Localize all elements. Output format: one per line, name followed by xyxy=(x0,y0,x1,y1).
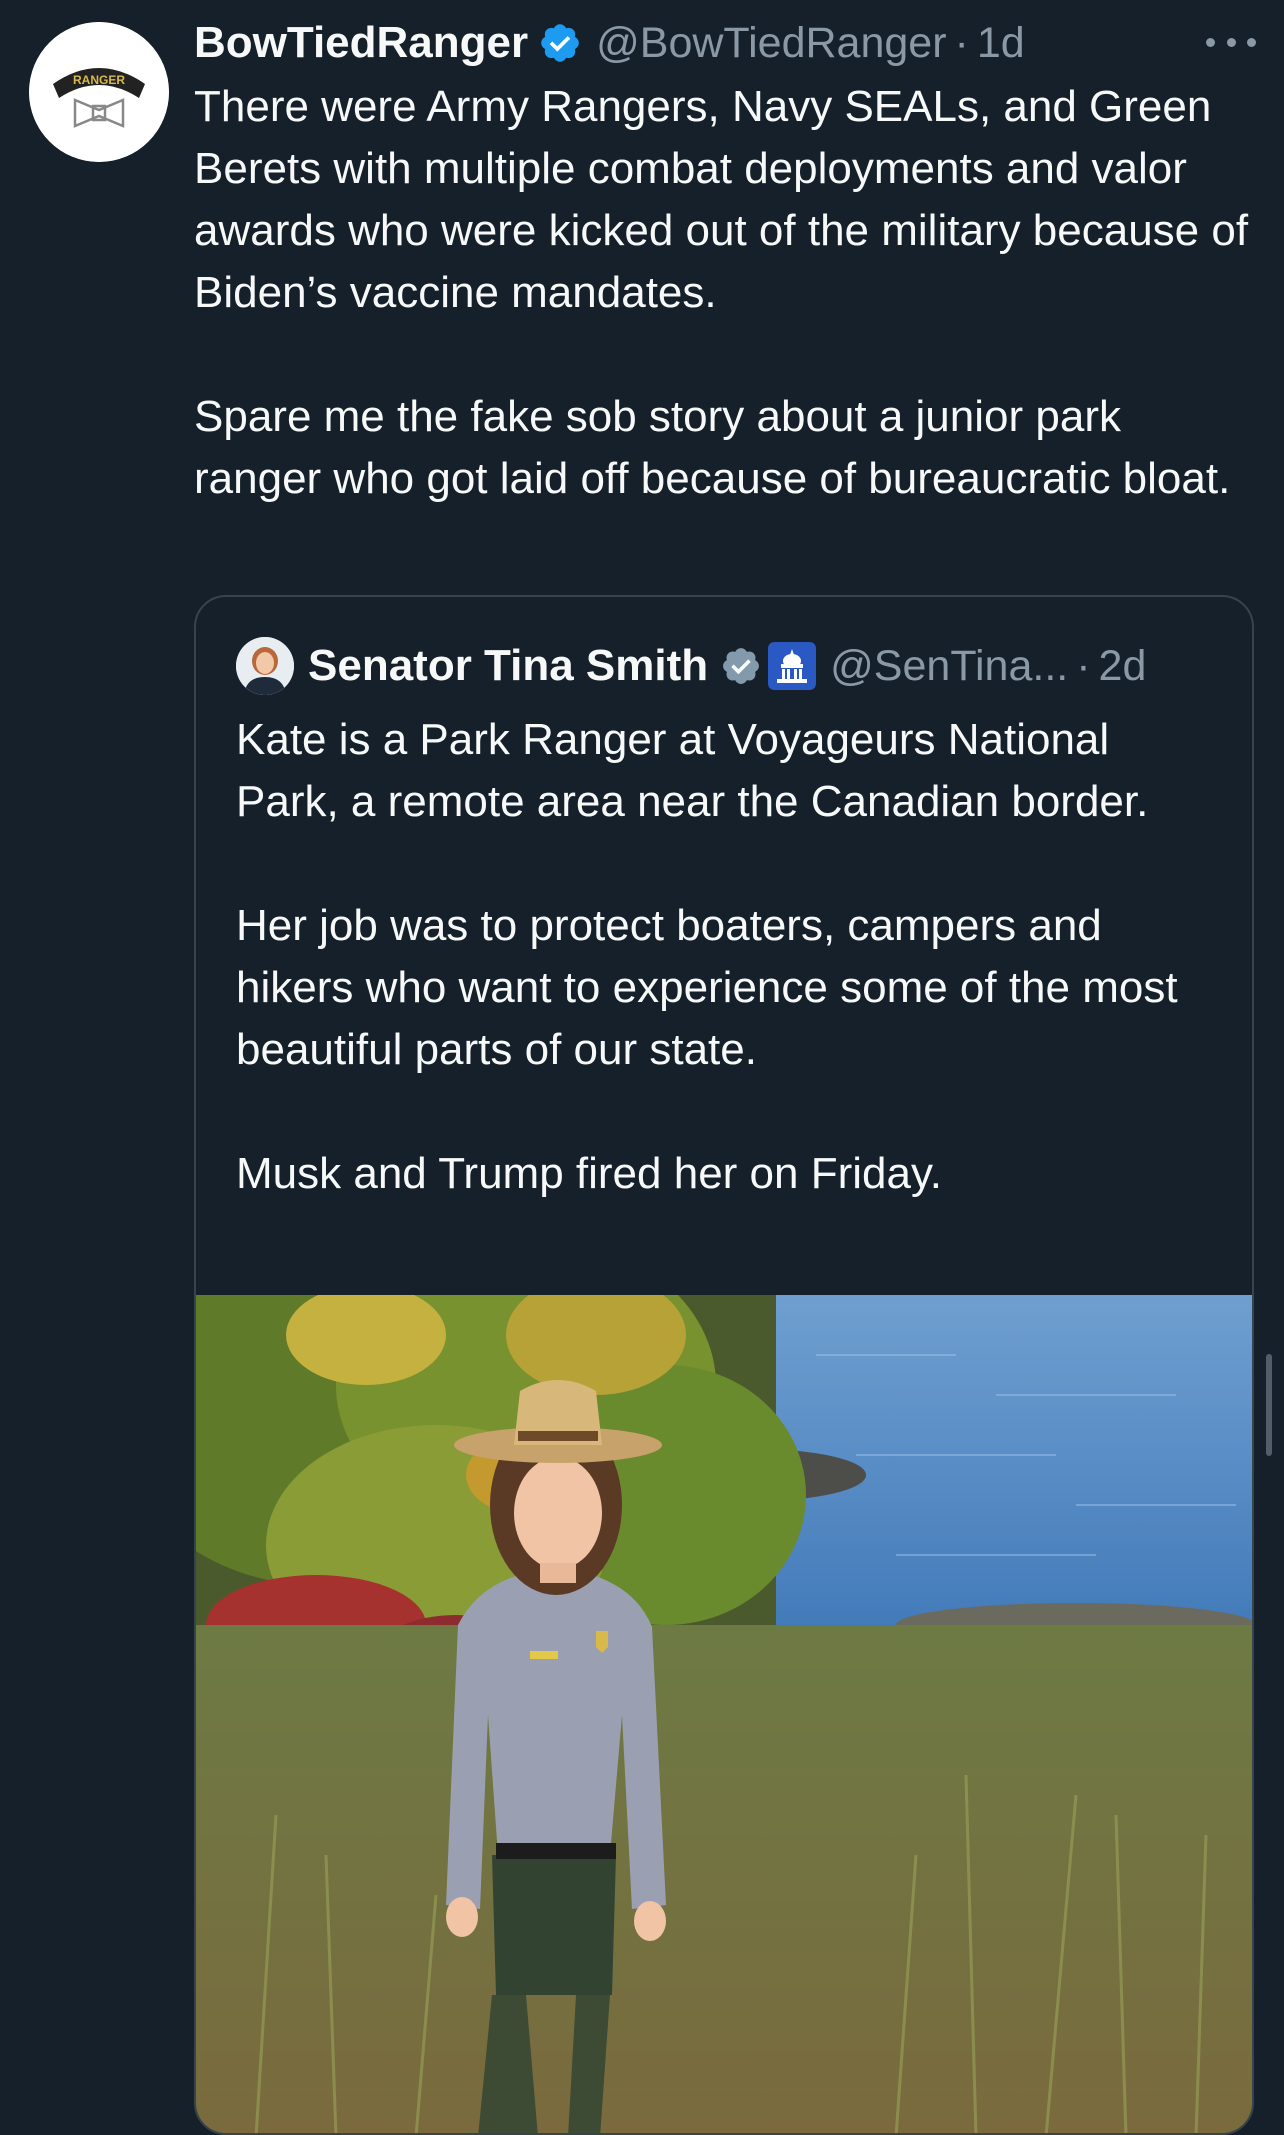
quoted-tweet-text: Kate is a Park Ranger at Voyageurs Natio… xyxy=(236,709,1216,1205)
author-handle[interactable]: @BowTiedRanger xyxy=(596,19,946,68)
separator-dot: · xyxy=(1076,641,1091,690)
quoted-author-name[interactable]: Senator Tina Smith xyxy=(308,641,708,691)
gray-verified-badge-icon[interactable] xyxy=(720,645,762,687)
scrollbar-thumb[interactable] xyxy=(1266,1354,1272,1456)
quoted-author-avatar[interactable] xyxy=(236,637,294,695)
author-name[interactable]: BowTiedRanger xyxy=(194,18,528,68)
separator-dot: · xyxy=(954,18,969,67)
tweet-header: BowTiedRanger @BowTiedRanger · 1d xyxy=(194,14,1025,72)
senator-portrait-icon xyxy=(236,637,294,695)
tweet-paragraph: Spare me the fake sob story about a juni… xyxy=(194,392,1231,503)
more-options-icon[interactable] xyxy=(1206,22,1256,62)
quoted-author-handle[interactable]: @SenTina... xyxy=(830,642,1068,691)
ranger-tab-icon: RANGER xyxy=(29,22,169,162)
park-ranger-photo xyxy=(196,1295,1252,2133)
author-avatar[interactable]: RANGER xyxy=(29,22,169,162)
tweet-paragraph: There were Army Rangers, Navy SEALs, and… xyxy=(194,82,1249,317)
us-capitol-badge-icon[interactable] xyxy=(768,642,817,690)
quoted-tweet-card[interactable]: Senator Tina Smith @SenTina... · 2d Kate… xyxy=(194,595,1254,2135)
tweet-timestamp[interactable]: 1d xyxy=(977,19,1025,68)
tweet-text: There were Army Rangers, Navy SEALs, and… xyxy=(194,76,1254,510)
quoted-tweet-timestamp[interactable]: 2d xyxy=(1099,642,1147,691)
tweet[interactable]: RANGER BowTiedRanger @BowTiedRanger · 1d… xyxy=(0,0,1284,2135)
quoted-tweet-paragraph: Her job was to protect boaters, campers … xyxy=(236,901,1178,1074)
quoted-tweet-header: Senator Tina Smith @SenTina... · 2d xyxy=(236,637,1146,695)
quoted-tweet-paragraph: Kate is a Park Ranger at Voyageurs Natio… xyxy=(236,715,1149,826)
verified-badge-icon[interactable] xyxy=(538,21,582,65)
svg-text:RANGER: RANGER xyxy=(73,73,125,87)
quoted-tweet-photo[interactable] xyxy=(196,1295,1252,2133)
quoted-tweet-paragraph: Musk and Trump fired her on Friday. xyxy=(236,1149,942,1198)
